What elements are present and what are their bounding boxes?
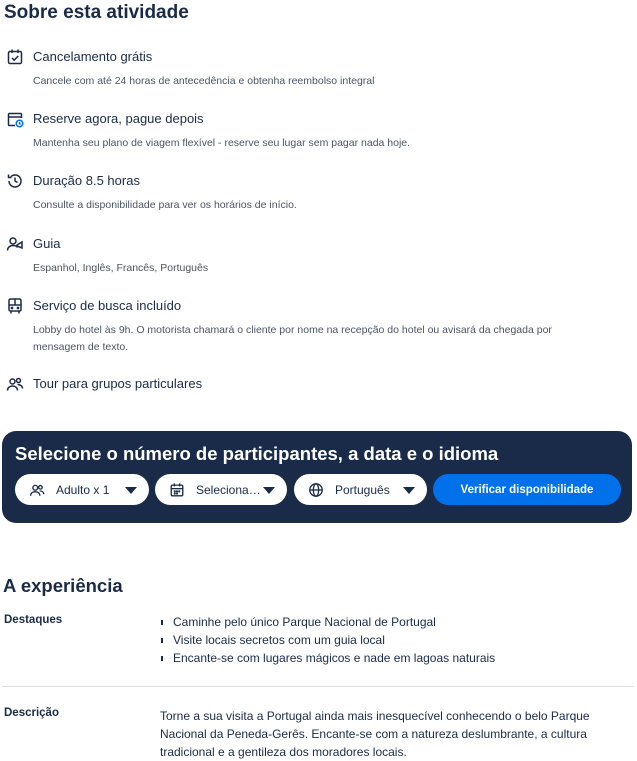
calendar-icon (168, 481, 186, 499)
booking-widget: Selecione o número de participantes, a d… (2, 431, 632, 523)
list-item: Encante-se com lugares mágicos e nade em… (160, 649, 495, 667)
feature-desc: Cancele com até 24 horas de antecedência… (33, 75, 375, 87)
language-value: Português (335, 482, 390, 497)
calendar-check-icon (6, 48, 24, 66)
feature-desc: Espanhol, Inglês, Francês, Português (33, 262, 209, 274)
description-label: Descrição (4, 707, 59, 719)
section-title-about: Sobre esta atividade (4, 2, 189, 23)
feature-title: Reserve agora, pague depois (33, 111, 204, 126)
highlights-list: Caminhe pelo único Parque Nacional de Po… (160, 613, 495, 667)
highlights-label: Destaques (4, 614, 63, 626)
feature-desc: Consulte a disponibilidade para ver os h… (33, 199, 297, 211)
chevron-down-icon (125, 487, 137, 494)
feature-title: Cancelamento grátis (33, 49, 153, 64)
feature-title: Serviço de busca incluído (33, 298, 182, 313)
guide-person-icon (6, 235, 24, 253)
date-value: Seleciona… (196, 482, 261, 497)
booking-title: Selecione o número de participantes, a d… (15, 443, 499, 464)
bus-icon (6, 297, 24, 315)
participants-selector[interactable]: Adulto x 1 (15, 474, 149, 505)
divider (2, 686, 634, 687)
feature-title: Duração 8.5 horas (33, 173, 140, 188)
chevron-down-icon (263, 487, 275, 494)
participants-icon (28, 481, 46, 499)
language-selector[interactable]: Português (294, 474, 427, 505)
chevron-down-icon (403, 487, 415, 494)
feature-title: Guia (33, 236, 61, 251)
feature-title: Tour para grupos particulares (33, 376, 203, 391)
list-item: Visite locais secretos com um guia local (160, 631, 495, 649)
clock-history-icon (6, 172, 24, 190)
feature-desc: Lobby do hotel às 9h. O motorista chamar… (33, 324, 552, 353)
list-item: Caminhe pelo único Parque Nacional de Po… (160, 613, 495, 631)
feature-desc: Mantenha seu plano de viagem flexível - … (33, 137, 411, 149)
section-title-experience: A experiência (3, 575, 123, 596)
globe-icon (307, 481, 325, 499)
group-icon (6, 375, 24, 393)
participants-value: Adulto x 1 (56, 482, 110, 497)
date-selector[interactable]: Seleciona… (155, 474, 287, 505)
check-availability-button[interactable]: Verificar disponibilidade (433, 474, 621, 505)
calendar-clock-icon (6, 110, 24, 128)
